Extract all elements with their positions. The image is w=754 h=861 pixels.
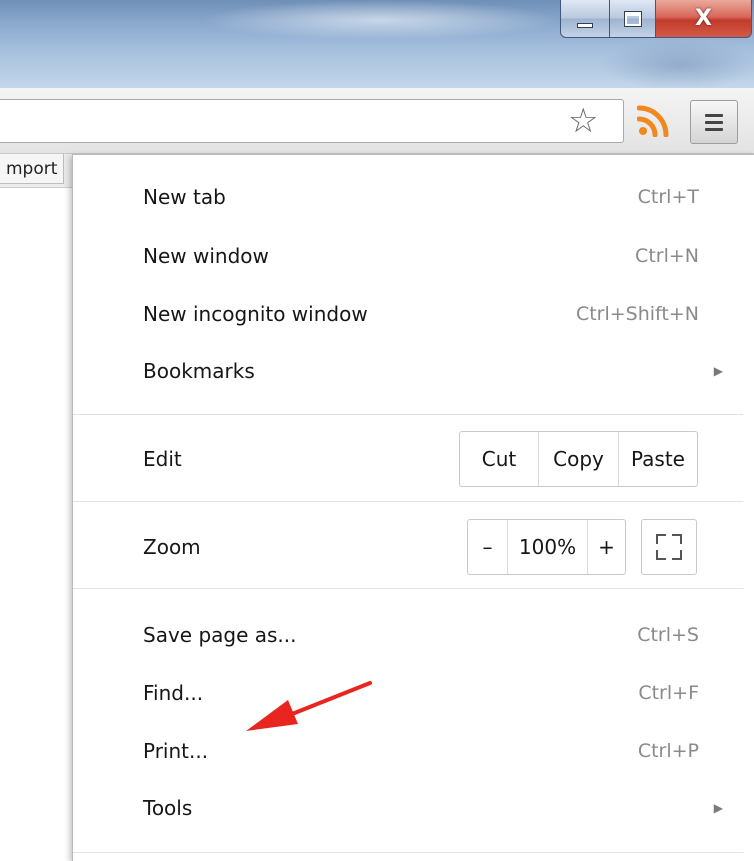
menu-item-bookmarks[interactable]: Bookmarks ▶: [73, 345, 743, 397]
menu-item-new-tab[interactable]: New tab Ctrl+T: [73, 171, 743, 223]
zoom-level: 100%: [518, 535, 577, 559]
paste-button[interactable]: Paste: [619, 432, 697, 486]
submenu-arrow-icon: ▶: [713, 364, 723, 378]
menu-item-tools[interactable]: Tools ▶: [73, 782, 743, 834]
fullscreen-button[interactable]: [641, 519, 697, 575]
menu-item-new-window[interactable]: New window Ctrl+N: [73, 230, 743, 282]
rss-icon[interactable]: [637, 105, 669, 137]
cut-button[interactable]: Cut: [460, 432, 539, 486]
fullscreen-icon: [656, 534, 666, 544]
menu-item-print[interactable]: Print... Ctrl+P: [73, 725, 743, 777]
window-controls: X: [560, 0, 752, 40]
minimize-button[interactable]: [560, 0, 610, 38]
maximize-icon: [623, 10, 642, 27]
menu-separator: [73, 414, 743, 415]
close-button[interactable]: X: [656, 0, 752, 38]
maximize-button[interactable]: [610, 0, 656, 38]
menu-icon: [705, 113, 723, 117]
bookmark-item[interactable]: mport: [0, 154, 65, 184]
minimize-icon: [577, 23, 593, 28]
menu-item-new-incognito[interactable]: New incognito window Ctrl+Shift+N: [73, 288, 743, 340]
zoom-in-button[interactable]: +: [587, 520, 625, 574]
submenu-arrow-icon: ▶: [713, 801, 723, 815]
close-icon: X: [695, 5, 712, 31]
edit-button-group: Cut Copy Paste: [459, 431, 698, 487]
copy-button[interactable]: Copy: [539, 432, 619, 486]
chrome-menu: New tab Ctrl+T New window Ctrl+N New inc…: [72, 154, 754, 861]
window-title-bar: X: [0, 0, 754, 90]
menu-item-save-page[interactable]: Save page as... Ctrl+S: [73, 609, 743, 661]
browser-toolbar: ☆: [0, 88, 754, 154]
title-bar-shade: [600, 40, 754, 90]
address-bar[interactable]: ☆: [0, 99, 624, 143]
menu-separator: [73, 852, 743, 853]
zoom-out-button[interactable]: –: [468, 520, 508, 574]
menu-separator: [73, 588, 743, 589]
menu-separator: [73, 501, 743, 502]
title-bar-glow: [200, 0, 560, 40]
menu-button[interactable]: [690, 100, 738, 144]
menu-item-find[interactable]: Find... Ctrl+F: [73, 667, 743, 719]
star-icon[interactable]: ☆: [568, 104, 598, 138]
zoom-controls: – 100% +: [467, 519, 626, 575]
